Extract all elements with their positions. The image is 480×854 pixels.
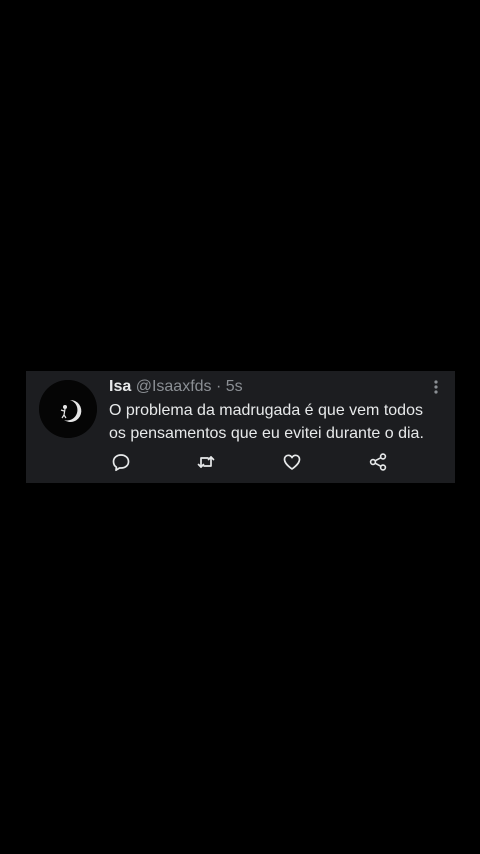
more-vertical-icon[interactable] — [431, 379, 441, 395]
separator-dot: · — [215, 378, 222, 395]
tweet-actions — [109, 452, 399, 472]
tweet-header: Isa @Isaaxfds · 5s — [109, 377, 243, 397]
tweet-text-line-1: O problema da madrugada é que vem todos — [109, 402, 423, 419]
tweet-text-line-2: os pensamentos que eu evitei durante o d… — [109, 425, 424, 442]
share-icon[interactable] — [368, 452, 388, 472]
avatar-moon-figure-icon — [39, 380, 97, 438]
like-icon[interactable] — [282, 452, 302, 472]
tweet-card[interactable]: Isa @Isaaxfds · 5s O problema da madruga… — [26, 371, 455, 483]
retweet-icon[interactable] — [196, 452, 216, 472]
reply-icon[interactable] — [111, 452, 131, 472]
author-handle[interactable]: @Isaaxfds — [136, 378, 212, 395]
tweet-text: O problema da madrugada é que vem todos … — [109, 399, 439, 445]
author-name[interactable]: Isa — [109, 378, 131, 395]
tweet-time[interactable]: 5s — [226, 378, 243, 395]
avatar[interactable] — [39, 380, 97, 438]
